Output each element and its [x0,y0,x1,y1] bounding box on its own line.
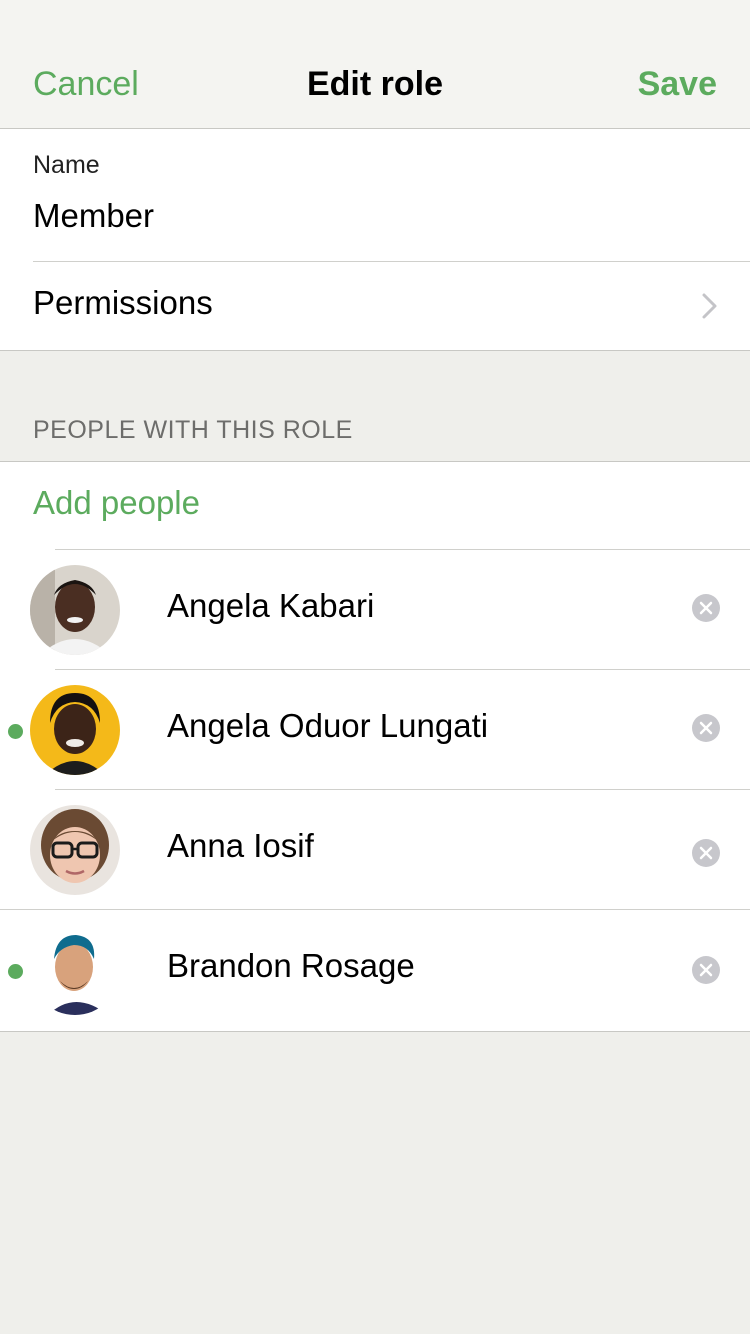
permissions-row[interactable]: Permissions [0,262,750,350]
remove-circle-icon[interactable] [692,956,720,984]
divider [55,549,750,550]
save-button[interactable]: Save [638,64,717,104]
avatar [30,565,120,655]
online-indicator [8,724,23,739]
name-field[interactable]: Member [33,197,154,235]
list-item[interactable]: Brandon Rosage [0,909,750,1029]
role-details-section: Name Member Permissions [0,129,750,351]
people-list: Add people Angela Kabari Angela Oduor Lu… [0,461,750,1032]
permissions-label: Permissions [33,284,213,321]
avatar [30,925,120,1015]
add-people-button[interactable]: Add people [33,484,200,522]
remove-circle-icon[interactable] [692,714,720,742]
chevron-right-icon [702,293,717,319]
list-item[interactable]: Angela Kabari [0,549,750,669]
section-header: PEOPLE WITH THIS ROLE [33,416,353,444]
divider [55,669,750,670]
divider [55,789,750,790]
person-name: Brandon Rosage [167,947,415,984]
divider [0,909,750,910]
navigation-bar: Cancel Edit role Save [0,0,750,129]
list-item[interactable]: Angela Oduor Lungati [0,669,750,789]
person-name: Anna Iosif [167,827,314,864]
remove-circle-icon[interactable] [692,839,720,867]
list-item[interactable]: Anna Iosif [0,789,750,909]
online-indicator [8,964,23,979]
person-name: Angela Oduor Lungati [167,707,489,744]
name-label: Name [33,151,100,179]
person-name: Angela Kabari [167,587,375,624]
remove-circle-icon[interactable] [692,594,720,622]
avatar [30,805,120,895]
avatar [30,685,120,775]
